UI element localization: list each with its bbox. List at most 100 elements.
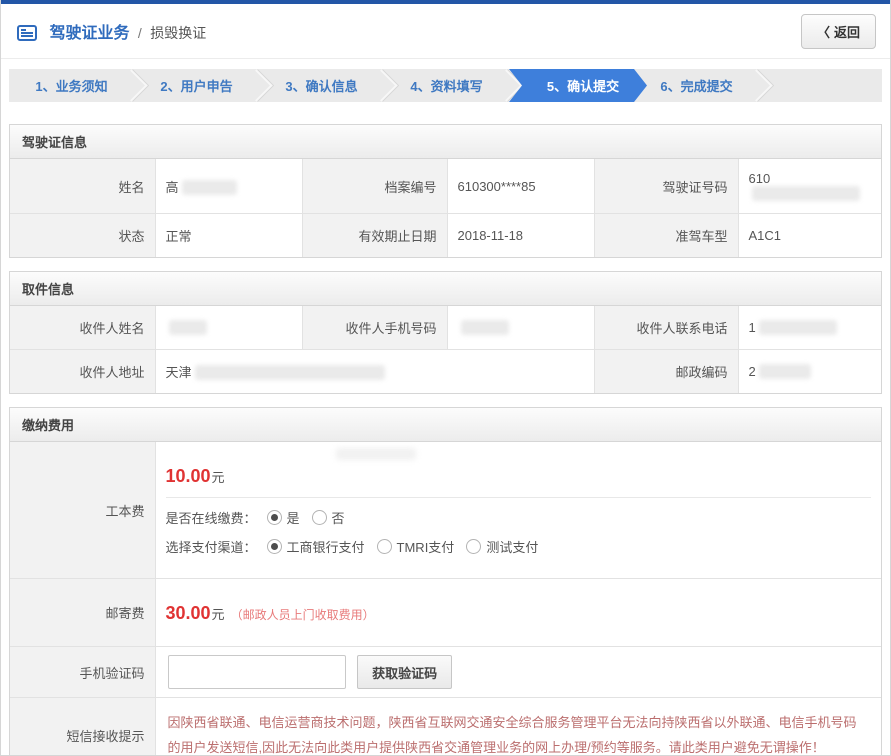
back-button[interactable]: 〈返回 (801, 14, 876, 49)
radio-label: 是 (287, 508, 300, 527)
field-value-status: 正常 (155, 214, 302, 258)
redaction-blur (759, 320, 837, 335)
payment-section: 缴纳费用 工本费 10.00元 是否在线缴费： 是 否 选择支付渠道： 工商银 (9, 407, 882, 756)
table-row: 邮寄费 30.00元 （邮政人员上门收取费用） (10, 579, 881, 647)
radio-label: 工商银行支付 (287, 537, 365, 556)
step-2-user-declaration[interactable]: 2、用户申告 (134, 69, 259, 102)
pickup-info-table: 收件人姓名 收件人手机号码 收件人联系电话 1 收件人地址 天津 邮政编码 2 (10, 306, 881, 393)
field-value-recipient-phone: 1 (738, 306, 881, 350)
redaction-blur (169, 320, 207, 335)
field-value-license-number: 610 (738, 159, 881, 214)
field-value-vehicle-class: A1C1 (738, 214, 881, 258)
radio-online-no[interactable] (312, 510, 327, 525)
radio-channel-icbc[interactable] (267, 539, 282, 554)
breadcrumb-current: 损毁换证 (150, 25, 206, 41)
field-label: 邮寄费 (10, 579, 155, 647)
field-value-postcode: 2 (738, 350, 881, 394)
fee-detail-cell: 10.00元 是否在线缴费： 是 否 选择支付渠道： 工商银行支付 TMRI支付… (155, 442, 881, 579)
payment-table: 工本费 10.00元 是否在线缴费： 是 否 选择支付渠道： 工商银行支付 TM… (10, 442, 881, 756)
radio-channel-test[interactable] (466, 539, 481, 554)
postage-note: （邮政人员上门收取费用） (231, 608, 375, 622)
postage-unit: 元 (212, 607, 225, 622)
field-value-recipient-name (155, 306, 302, 350)
pay-channel-option-row: 选择支付渠道： 工商银行支付 TMRI支付 测试支付 (166, 537, 872, 556)
fee-amount: 10.00 (166, 466, 211, 486)
radio-label: TMRI支付 (397, 537, 455, 556)
field-label: 收件人联系电话 (594, 306, 738, 350)
step-label: 4、资料填写 (410, 76, 482, 95)
step-3-confirm-info[interactable]: 3、确认信息 (259, 69, 384, 102)
step-label: 1、业务须知 (35, 76, 107, 95)
field-label: 档案编号 (302, 159, 447, 214)
online-pay-label: 是否在线缴费： (166, 508, 257, 527)
postage-cell: 30.00元 （邮政人员上门收取费用） (155, 579, 881, 647)
step-progress-bar: 1、业务须知 2、用户申告 3、确认信息 4、资料填写 5、确认提交 6、完成提… (9, 69, 882, 102)
step-label: 3、确认信息 (285, 76, 357, 95)
field-label: 收件人地址 (10, 350, 155, 394)
step-label: 2、用户申告 (160, 76, 232, 95)
pickup-info-section: 取件信息 收件人姓名 收件人手机号码 收件人联系电话 1 收件人地址 天津 邮政… (9, 271, 882, 394)
field-label: 准驾车型 (594, 214, 738, 258)
license-info-table: 姓名 高 档案编号 610300****85 驾驶证号码 610 状态 正常 有… (10, 159, 881, 257)
table-row: 手机验证码 获取验证码 (10, 647, 881, 698)
page-header: 驾驶证业务 / 损毁换证 〈返回 (1, 4, 890, 59)
redaction-blur (195, 365, 385, 380)
table-row: 收件人姓名 收件人手机号码 收件人联系电话 1 (10, 306, 881, 350)
back-button-label: 返回 (834, 25, 860, 40)
field-label: 有效期止日期 (302, 214, 447, 258)
redaction-blur (759, 364, 811, 379)
redaction-blur (752, 186, 860, 201)
field-value-file-number: 610300****85 (447, 159, 594, 214)
table-row: 短信接收提示 因陕西省联通、电信运营商技术问题，陕西省互联网交通安全综合服务管理… (10, 698, 881, 756)
radio-label: 否 (332, 508, 345, 527)
divider (166, 497, 872, 498)
page-title: 驾驶证业务 (49, 25, 129, 42)
sms-notice-text: 因陕西省联通、电信运营商技术问题，陕西省互联网交通安全综合服务管理平台无法向持陕… (168, 708, 870, 756)
field-value-recipient-address: 天津 (155, 350, 594, 394)
redaction-blur (182, 180, 237, 195)
back-chevron-icon: 〈 (817, 25, 830, 40)
field-label: 邮政编码 (594, 350, 738, 394)
step-1-business-notes[interactable]: 1、业务须知 (9, 69, 134, 102)
field-value-recipient-mobile (447, 306, 594, 350)
step-6-complete-submit[interactable]: 6、完成提交 (634, 69, 759, 102)
table-row: 状态 正常 有效期止日期 2018-11-18 准驾车型 A1C1 (10, 214, 881, 258)
license-list-icon (17, 25, 37, 46)
step-label: 5、确认提交 (547, 76, 619, 95)
radio-online-yes[interactable] (267, 510, 282, 525)
field-value-expiry-date: 2018-11-18 (447, 214, 594, 258)
sms-notice-cell: 因陕西省联通、电信运营商技术问题，陕西省互联网交通安全综合服务管理平台无法向持陕… (155, 698, 881, 756)
field-label: 姓名 (10, 159, 155, 214)
field-label: 收件人姓名 (10, 306, 155, 350)
section-title: 取件信息 (10, 272, 881, 306)
section-title: 缴纳费用 (10, 408, 881, 442)
page: 驾驶证业务 / 损毁换证 〈返回 1、业务须知 2、用户申告 3、确认信息 4、… (0, 0, 891, 756)
table-row: 收件人地址 天津 邮政编码 2 (10, 350, 881, 394)
redaction-blur (461, 320, 509, 335)
table-row: 工本费 10.00元 是否在线缴费： 是 否 选择支付渠道： 工商银行支付 TM… (10, 442, 881, 579)
sms-code-input[interactable] (168, 655, 346, 689)
pay-channel-label: 选择支付渠道： (166, 537, 257, 556)
online-pay-option-row: 是否在线缴费： 是 否 (166, 508, 872, 527)
fee-unit: 元 (212, 470, 225, 485)
sms-code-cell: 获取验证码 (155, 647, 881, 698)
field-label: 短信接收提示 (10, 698, 155, 756)
section-title: 驾驶证信息 (10, 125, 881, 159)
step-5-confirm-submit[interactable]: 5、确认提交 (509, 69, 647, 102)
step-4-fill-materials[interactable]: 4、资料填写 (384, 69, 509, 102)
postage-amount: 30.00 (166, 603, 211, 623)
license-info-section: 驾驶证信息 姓名 高 档案编号 610300****85 驾驶证号码 610 状… (9, 124, 882, 258)
field-label: 收件人手机号码 (302, 306, 447, 350)
breadcrumb-separator: / (138, 25, 142, 41)
field-label: 驾驶证号码 (594, 159, 738, 214)
field-label: 状态 (10, 214, 155, 258)
steps-filler (759, 69, 882, 102)
field-label: 工本费 (10, 442, 155, 579)
table-row: 姓名 高 档案编号 610300****85 驾驶证号码 610 (10, 159, 881, 214)
get-code-button[interactable]: 获取验证码 (357, 655, 452, 689)
postage-amount-line: 30.00元 （邮政人员上门收取费用） (166, 591, 872, 634)
redaction-blur (336, 448, 416, 460)
step-label: 6、完成提交 (660, 76, 732, 95)
radio-channel-tmri[interactable] (377, 539, 392, 554)
field-label: 手机验证码 (10, 647, 155, 698)
